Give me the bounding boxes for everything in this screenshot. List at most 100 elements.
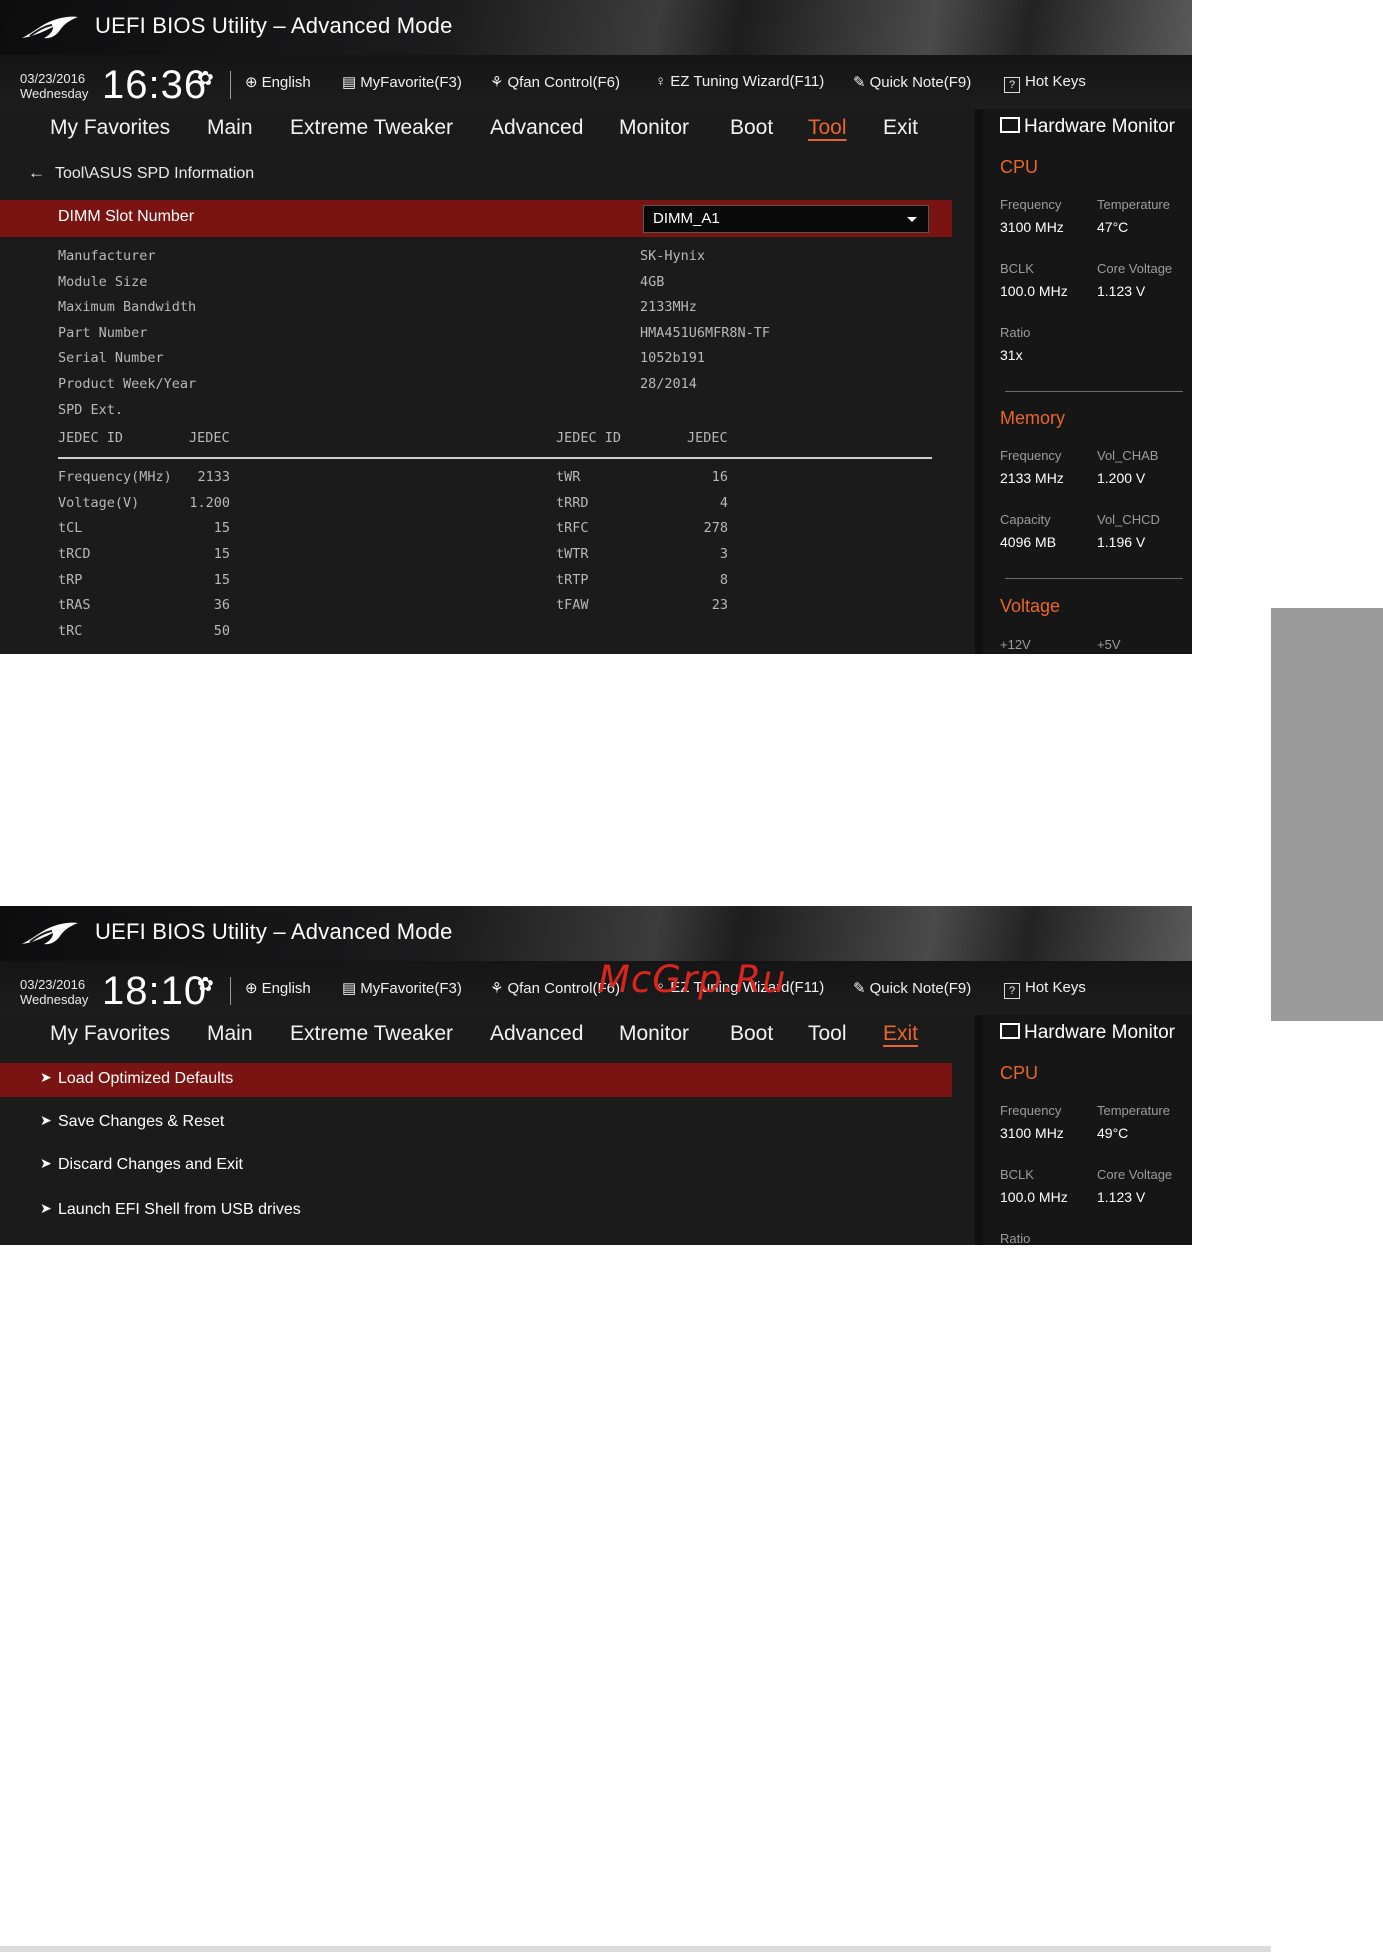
divider (230, 977, 231, 1005)
timing-value: 8 (719, 572, 728, 588)
menu-my-favorites[interactable]: My Favorites (50, 116, 170, 140)
dimm-slot-value: DIMM_A1 (653, 210, 720, 227)
jedec-id-header: JEDEC ID (58, 430, 124, 446)
bclk-value: 100.0 MHz (1000, 1189, 1068, 1205)
hardware-monitor-panel: Hardware Monitor CPU Frequency 3100 MHz … (975, 109, 1192, 654)
menu-boot[interactable]: Boot (730, 116, 773, 140)
rog-logo-icon (22, 16, 78, 39)
back-arrow-icon[interactable]: ← (28, 163, 45, 182)
timing-name: tRC (58, 623, 83, 639)
timing-value: 16 (711, 469, 728, 485)
voltage-5v-label: +5V (1097, 637, 1121, 652)
quick-note-button[interactable]: ✎ Quick Note(F9) (853, 73, 971, 91)
launch-efi-shell-item[interactable]: ➤ Launch EFI Shell from USB drives (0, 1194, 952, 1228)
timing-name: Voltage(V) (58, 495, 140, 511)
info-label: Product Week/Year (58, 376, 197, 392)
dimm-slot-row[interactable]: DIMM Slot Number DIMM_A1 (0, 200, 952, 237)
table-divider (58, 457, 932, 459)
bios-screenshot-spd: UEFI BIOS Utility – Advanced Mode 03/23/… (0, 0, 1192, 654)
cpu-frequency-value: 3100 MHz (1000, 1125, 1064, 1141)
bclk-value: 100.0 MHz (1000, 283, 1068, 299)
jedec-id-header: JEDEC ID (556, 430, 622, 446)
bclk-label: BCLK (1000, 261, 1034, 276)
info-label: Module Size (58, 274, 148, 290)
vol-chcd-label: Vol_CHCD (1097, 512, 1160, 527)
quick-note-button[interactable]: ✎ Quick Note(F9) (853, 979, 971, 997)
core-voltage-label: Core Voltage (1097, 1167, 1173, 1182)
qfan-label: Qfan Control(F6) (507, 74, 620, 91)
myfavorite-button[interactable]: ▤ MyFavorite(F3) (342, 73, 462, 91)
timing-name: tRAS (58, 597, 91, 613)
timing-name: tRP (58, 572, 83, 588)
timing-name: tWR (556, 469, 581, 485)
ez-tuning-button[interactable]: ♀ EZ Tuning Wizard(F11) (655, 73, 824, 90)
info-bar: 03/23/2016 Wednesday 18:10 ✿ ⊕ English ▤ M… (0, 961, 1192, 1015)
date-text: 03/23/2016 (20, 71, 86, 86)
menu-extreme-tweaker[interactable]: Extreme Tweaker (290, 116, 453, 140)
menu-exit[interactable]: Exit (883, 116, 918, 140)
info-label: Part Number (58, 325, 148, 341)
spd-ext-label: SPD Ext. (58, 402, 124, 418)
menu-advanced[interactable]: Advanced (490, 1022, 583, 1046)
info-value: HMA451U6MFR8N-TF (640, 325, 771, 341)
menu-boot[interactable]: Boot (730, 1022, 773, 1046)
menu-monitor[interactable]: Monitor (619, 1022, 689, 1046)
bclk-label: BCLK (1000, 1167, 1034, 1182)
timing-name: tCL (58, 520, 83, 536)
monitor-icon (1000, 1023, 1020, 1039)
app-title: UEFI BIOS Utility – Advanced Mode (95, 13, 453, 38)
language-label: English (261, 980, 311, 997)
dimm-slot-label: DIMM Slot Number (58, 208, 195, 225)
menu-extreme-tweaker[interactable]: Extreme Tweaker (290, 1022, 453, 1046)
hot-keys-button[interactable]: ? Hot Keys (1004, 73, 1086, 93)
menu-tool[interactable]: Tool (808, 1022, 847, 1046)
quick-note-label: Quick Note(F9) (869, 980, 972, 997)
menu-exit[interactable]: Exit (883, 1022, 918, 1046)
rog-logo-icon (22, 922, 78, 945)
load-optimized-defaults-item[interactable]: ➤ Load Optimized Defaults (0, 1063, 952, 1097)
language-button[interactable]: ⊕ English (245, 73, 311, 91)
core-voltage-value: 1.123 V (1097, 1189, 1146, 1205)
bios-screenshot-exit: UEFI BIOS Utility – Advanced Mode 03/23/… (0, 906, 1192, 1245)
date-display: 03/23/2016 Wednesday (20, 977, 88, 1007)
list-icon: ▤ (342, 980, 357, 997)
question-icon: ? (1004, 983, 1020, 999)
clock-settings-gear-icon[interactable]: ✿ (197, 66, 214, 90)
lightbulb-icon: ♀ (655, 73, 667, 90)
clock-display: 18:10 (102, 969, 208, 1013)
ez-tuning-label: EZ Tuning Wizard(F11) (670, 73, 825, 90)
hardware-monitor-label: Hardware Monitor (1024, 116, 1175, 137)
timing-name: tWTR (556, 546, 589, 562)
breadcrumb[interactable]: ← Tool\ASUS SPD Information (28, 163, 254, 183)
divider (1005, 391, 1183, 392)
clock-settings-gear-icon[interactable]: ✿ (197, 972, 214, 996)
ratio-label: Ratio (1000, 325, 1031, 340)
hot-keys-button[interactable]: ? Hot Keys (1004, 979, 1086, 999)
language-button[interactable]: ⊕ English (245, 979, 311, 997)
timing-value: 4 (719, 495, 728, 511)
timing-value: 15 (213, 520, 230, 536)
divider (230, 71, 231, 99)
cpu-section-title: CPU (1000, 1063, 1039, 1083)
footer-bar (0, 1946, 1271, 1952)
discard-changes-exit-item[interactable]: ➤ Discard Changes and Exit (0, 1149, 952, 1183)
save-changes-reset-item[interactable]: ➤ Save Changes & Reset (0, 1106, 952, 1140)
chevron-right-icon: ➤ (40, 1156, 52, 1172)
menu-main[interactable]: Main (207, 116, 253, 140)
qfan-control-button[interactable]: ⚘ Qfan Control(F6) (490, 73, 620, 91)
menu-my-favorites[interactable]: My Favorites (50, 1022, 170, 1046)
core-voltage-label: Core Voltage (1097, 261, 1173, 276)
dimm-slot-dropdown[interactable]: DIMM_A1 (643, 205, 929, 233)
exit-item-label: Save Changes & Reset (58, 1113, 225, 1130)
menu-tool[interactable]: Tool (808, 116, 847, 140)
menu-monitor[interactable]: Monitor (619, 116, 689, 140)
timing-value: 15 (213, 572, 230, 588)
myfavorite-button[interactable]: ▤ MyFavorite(F3) (342, 979, 462, 997)
chevron-right-icon: ➤ (40, 1113, 52, 1129)
app-title: UEFI BIOS Utility – Advanced Mode (95, 919, 453, 944)
menu-main[interactable]: Main (207, 1022, 253, 1046)
timing-value: 3 (719, 546, 728, 562)
myfavorite-label: MyFavorite(F3) (360, 980, 462, 997)
menu-advanced[interactable]: Advanced (490, 116, 583, 140)
cpu-temperature-label: Temperature (1097, 197, 1170, 212)
